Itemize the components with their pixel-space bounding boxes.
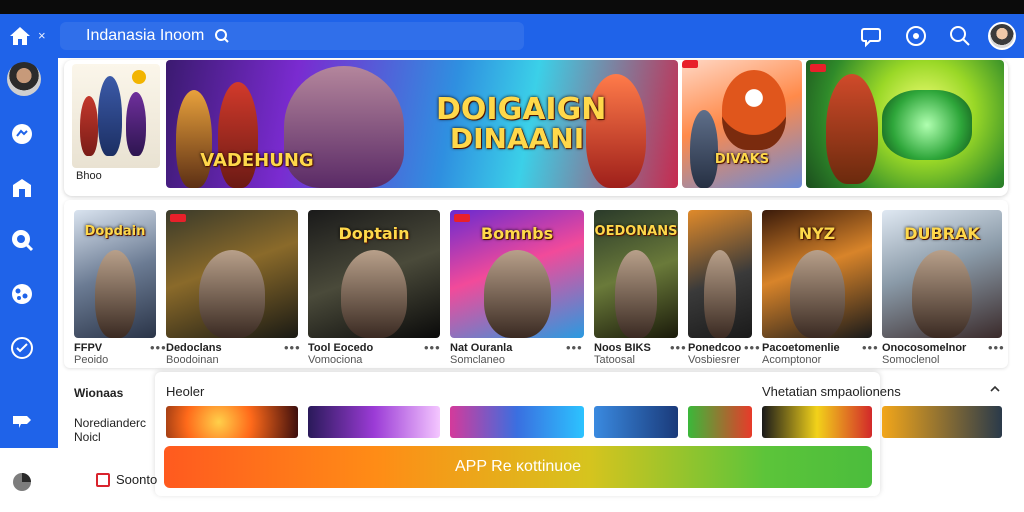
game-card-image[interactable] xyxy=(166,210,298,338)
new-badge xyxy=(170,214,186,222)
game-character xyxy=(704,250,736,338)
game-character xyxy=(912,250,972,338)
more-options-icon[interactable]: ••• xyxy=(670,340,687,355)
game-subtitle: Somclaneo xyxy=(450,354,506,366)
game-subtitle: Vomociona xyxy=(308,354,363,366)
game-card-image[interactable]: NYZ xyxy=(762,210,872,338)
game-art-title: DUBRAK xyxy=(904,224,980,243)
game-art-title: NYZ xyxy=(798,224,836,243)
featured-left-tile[interactable] xyxy=(72,64,160,168)
game-character xyxy=(95,250,136,338)
cloud-icon[interactable] xyxy=(10,406,34,430)
game-title[interactable]: Onocosomelnor xyxy=(882,342,966,354)
window-top-strip xyxy=(0,0,1024,14)
thumbnail[interactable] xyxy=(450,406,584,438)
pie-chart-icon[interactable] xyxy=(10,470,34,494)
game-title[interactable]: Ponedcoo xyxy=(688,342,741,354)
search-icon xyxy=(215,29,230,43)
thumbnail[interactable] xyxy=(762,406,872,438)
new-badge xyxy=(454,214,470,222)
game-subtitle: Acomptonor xyxy=(762,354,822,366)
game-subtitle: Boodoinan xyxy=(166,354,219,366)
new-badge xyxy=(682,60,698,68)
thumbnail[interactable] xyxy=(882,406,1002,438)
featured-tile-3[interactable] xyxy=(806,60,1004,188)
source-icon xyxy=(96,472,110,487)
chevron-up-icon[interactable] xyxy=(988,382,1002,396)
more-options-icon[interactable]: ••• xyxy=(284,340,301,355)
game-title[interactable]: Tool Eocedo xyxy=(308,342,373,354)
source-link[interactable]: Soonto xyxy=(96,472,157,487)
game-character xyxy=(615,250,657,338)
thumbnail[interactable] xyxy=(308,406,440,438)
search-value: Indanasia Inoom xyxy=(86,27,205,44)
list-item[interactable]: Noredianderc xyxy=(74,416,146,430)
game-card-image[interactable] xyxy=(688,210,752,338)
game-art-title: Doptain xyxy=(338,224,410,243)
game-subtitle: Tatoosal xyxy=(594,354,635,366)
game-subtitle: Somoclenol xyxy=(882,354,940,366)
chat-icon[interactable] xyxy=(860,24,884,48)
thumbnail[interactable] xyxy=(688,406,752,438)
more-options-icon[interactable]: ••• xyxy=(150,340,167,355)
list-item-sub: Noicl xyxy=(74,430,101,444)
game-title[interactable]: FFPV xyxy=(74,342,102,354)
avatar[interactable] xyxy=(988,22,1016,50)
thumbnail[interactable] xyxy=(166,406,298,438)
game-art-title: Dopdain xyxy=(84,224,146,239)
search-icon[interactable] xyxy=(948,24,972,48)
new-badge xyxy=(810,64,826,72)
section-heading-right: Vhetatian smpaolionens xyxy=(762,384,901,399)
globe-icon[interactable] xyxy=(10,282,34,306)
cta-label: APP Re ĸottinuoe xyxy=(454,458,581,475)
compass-icon[interactable] xyxy=(904,24,928,48)
cta-button[interactable]: APP Re ĸottinuoe xyxy=(164,446,872,488)
thumbnail[interactable] xyxy=(594,406,678,438)
game-title[interactable]: Dedoclans xyxy=(166,342,222,354)
search-icon[interactable] xyxy=(10,228,34,252)
tile-caption: DIVAKS xyxy=(714,152,770,167)
game-character xyxy=(341,250,407,338)
more-options-icon[interactable]: ••• xyxy=(862,340,879,355)
game-card-image[interactable]: Dopdain xyxy=(74,210,156,338)
game-card-image[interactable]: Doptain xyxy=(308,210,440,338)
sidebar-avatar[interactable] xyxy=(7,62,41,96)
game-card-image[interactable]: OEDONANS xyxy=(594,210,678,338)
game-title[interactable]: Pacoetomenlie xyxy=(762,342,840,354)
more-options-icon[interactable]: ••• xyxy=(424,340,441,355)
home-icon[interactable] xyxy=(8,24,32,48)
featured-tile-2[interactable]: DIVAKS xyxy=(682,60,802,188)
game-title[interactable]: Nat Ouranla xyxy=(450,342,512,354)
game-card-image[interactable]: DUBRAK xyxy=(882,210,1002,338)
game-card-image[interactable]: Bomnbs xyxy=(450,210,584,338)
game-character xyxy=(484,250,551,338)
section-heading-left: Wionaas xyxy=(74,386,124,400)
more-options-icon[interactable]: ••• xyxy=(566,340,583,355)
featured-hero[interactable]: DOIGAIGN DINAANI VADEHUNG xyxy=(166,60,678,188)
close-icon[interactable]: × xyxy=(38,28,46,43)
game-art-title: Bomnbs xyxy=(480,224,554,243)
source-label: Soonto xyxy=(116,472,158,487)
chat-icon[interactable] xyxy=(10,122,34,146)
search-input[interactable]: Indanasia Inoom xyxy=(60,22,524,50)
more-options-icon[interactable]: ••• xyxy=(988,340,1005,355)
featured-left-label: Bhoo xyxy=(76,170,102,182)
game-subtitle: Peoido xyxy=(74,354,109,366)
more-options-icon[interactable]: ••• xyxy=(744,340,761,355)
game-character xyxy=(790,250,845,338)
game-character xyxy=(199,250,265,338)
game-title[interactable]: Noos BIKS xyxy=(594,342,651,354)
game-art-title: OEDONANS xyxy=(594,224,678,239)
game-subtitle: Vosbiesrer xyxy=(688,354,740,366)
hero-subtitle: VADEHUNG xyxy=(200,150,314,171)
hero-title-line2: DINAANI xyxy=(449,122,585,155)
sheet-heading: Heoler xyxy=(166,384,205,399)
check-icon[interactable] xyxy=(10,336,34,360)
store-icon[interactable] xyxy=(10,176,34,200)
